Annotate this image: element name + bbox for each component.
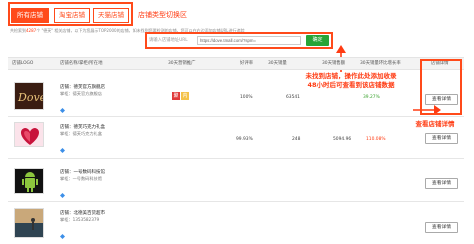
store-name[interactable]: 店铺：一号数码科技馆 bbox=[60, 169, 105, 175]
tab-all-stores[interactable]: 所有店铺 bbox=[11, 8, 49, 23]
store-logo-gift bbox=[14, 122, 44, 147]
trend-value: 39.27% bbox=[363, 95, 380, 100]
store-keeper: 掌柜：一号数码科技馆 bbox=[60, 176, 102, 181]
store-name[interactable]: 店铺：德芙官方旗舰店 bbox=[60, 84, 105, 90]
header-revenue: 30天销售额 bbox=[322, 61, 346, 66]
store-location-icon bbox=[60, 183, 65, 202]
revenue-value: 5094.96 bbox=[333, 137, 352, 142]
android-robot-icon bbox=[22, 172, 38, 192]
header-promo: 30天营销推广 bbox=[168, 61, 196, 66]
sales-value: 248 bbox=[292, 137, 301, 142]
tip-prefix: 共检索到 bbox=[10, 28, 26, 33]
person-sunset-icon bbox=[15, 209, 43, 237]
confirm-button[interactable]: 确定 bbox=[306, 35, 329, 46]
store-logo-supermarket bbox=[14, 208, 44, 238]
store-keeper: 掌柜：德芙官方旗舰店 bbox=[60, 91, 102, 96]
promo-nei-badge: 内 bbox=[181, 92, 189, 100]
header-trend: 30天销量环比增长率 bbox=[360, 61, 401, 66]
view-detail-button[interactable]: 查看详情 bbox=[425, 222, 458, 233]
store-location-icon bbox=[60, 224, 65, 243]
header-rating: 好评率 bbox=[240, 61, 254, 66]
store-name[interactable]: 店铺：德芙巧克力礼盒 bbox=[60, 124, 105, 130]
row-divider bbox=[8, 201, 464, 202]
dove-logo-text: Dove bbox=[18, 91, 44, 104]
store-logo-digital bbox=[14, 168, 44, 194]
sales-value: 63541 bbox=[286, 95, 300, 100]
store-name[interactable]: 店铺：北德美百货超市 bbox=[60, 210, 105, 216]
header-name: 店铺名称/掌柜/所在地 bbox=[60, 61, 103, 66]
store-location-icon bbox=[60, 138, 65, 157]
add-store-annotation: 未找到店铺，操作此处添加收录 48小时后可查看到该店铺数据 bbox=[290, 72, 412, 90]
view-detail-button[interactable]: 查看详情 bbox=[425, 178, 458, 189]
store-url-hint: 请输入店铺地址URL bbox=[149, 38, 188, 43]
annotation-line-2: 48小时后可查看到该店铺数据 bbox=[307, 81, 395, 89]
trend-value: 110.08% bbox=[366, 137, 386, 142]
rating-value: 99.93% bbox=[236, 137, 253, 142]
result-count: 4287 bbox=[26, 28, 37, 33]
header-logo: 店铺LOGO bbox=[12, 61, 34, 66]
promo-ju-badge: 聚 bbox=[172, 92, 180, 100]
store-logo-dove: Dove bbox=[14, 82, 44, 110]
tab-taobao-stores[interactable]: 淘宝店铺 bbox=[54, 8, 90, 23]
header-sales: 30天销量 bbox=[268, 61, 287, 66]
view-detail-button[interactable]: 查看详情 bbox=[425, 94, 458, 105]
annotation-line-1: 未找到店铺，操作此处添加收录 bbox=[305, 72, 397, 80]
row-divider bbox=[8, 158, 464, 159]
arrow-up-head bbox=[336, 45, 346, 53]
heart-gift-icon bbox=[20, 128, 40, 145]
rating-value: 100% bbox=[240, 95, 253, 100]
store-location-icon bbox=[60, 98, 65, 117]
view-detail-button[interactable]: 查看详情 bbox=[425, 133, 458, 144]
detail-highlight-frame bbox=[420, 59, 462, 115]
tabs-annotation: 店铺类型切换区 bbox=[138, 11, 187, 19]
detail-annotation: 查看店铺详情 bbox=[415, 120, 455, 128]
store-keeper: 掌柜：德芙巧克力礼盒 bbox=[60, 131, 102, 136]
row-divider bbox=[8, 116, 464, 117]
tab-tmall-stores[interactable]: 天猫店铺 bbox=[93, 8, 129, 23]
store-keeper: 掌柜：1353582379 bbox=[60, 217, 100, 222]
store-url-input[interactable] bbox=[197, 36, 301, 45]
